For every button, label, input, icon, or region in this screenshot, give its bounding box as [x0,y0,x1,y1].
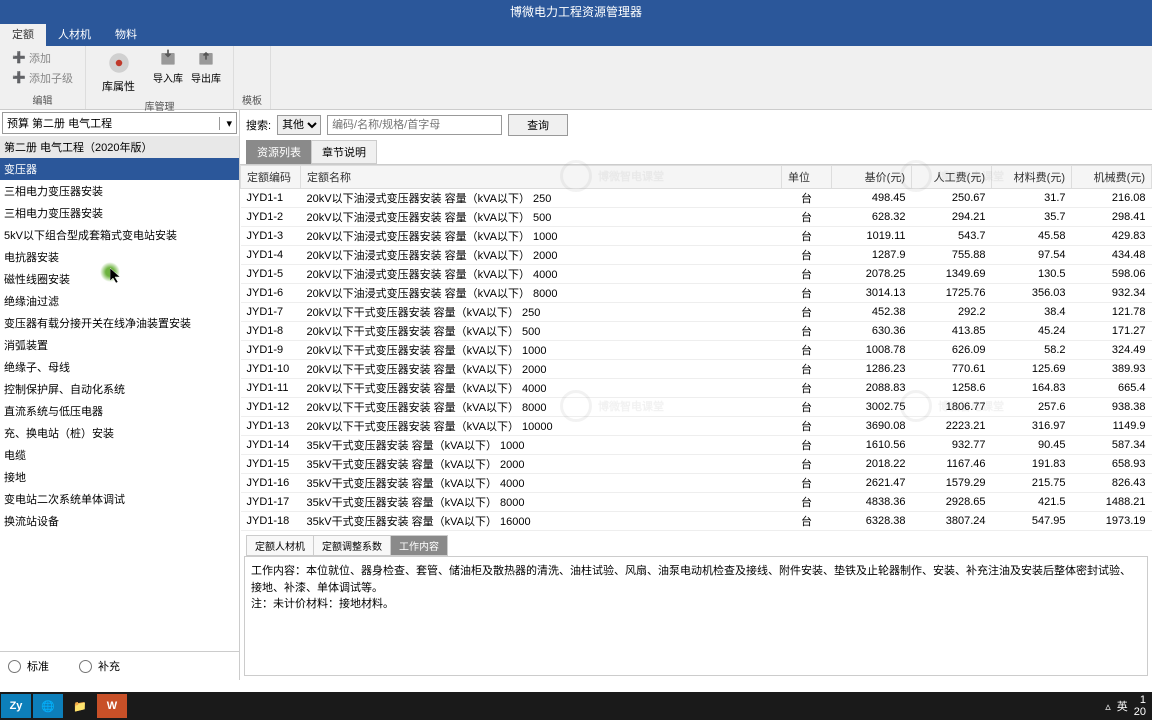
title-bar: 博微电力工程资源管理器 [0,0,1152,24]
table-row[interactable]: JYD1-1220kV以下干式变压器安装 容量（kVA以下） 8000台3002… [241,398,1152,417]
tree-item[interactable]: 控制保护屏、自动化系统 [0,378,239,400]
col-base[interactable]: 基价(元) [832,166,912,189]
tab-chapter-notes[interactable]: 章节说明 [311,140,377,164]
search-button[interactable]: 查询 [508,114,568,136]
table-row[interactable]: JYD1-820kV以下干式变压器安装 容量（kVA以下） 500台630.36… [241,322,1152,341]
table-row[interactable]: JYD1-720kV以下干式变压器安装 容量（kVA以下） 250台452.38… [241,303,1152,322]
tree-item[interactable]: 直流系统与低压电器 [0,400,239,422]
tree-item[interactable]: 5kV以下组合型成套箱式变电站安装 [0,224,239,246]
col-machine[interactable]: 机械费(元) [1072,166,1152,189]
tree-item[interactable]: 接地 [0,466,239,488]
ribbon-tab-material[interactable]: 物料 [103,24,149,46]
data-grid[interactable]: 定额编码 定额名称 单位 基价(元) 人工费(元) 材料费(元) 机械费(元) … [240,164,1152,533]
add-child-button[interactable]: ➕添加子级 [8,68,77,88]
tree-header[interactable]: 第二册 电气工程（2020年版） [0,136,239,158]
detail-tab-content[interactable]: 工作内容 [390,535,448,556]
plus-child-icon: ➕ [12,71,26,85]
ribbon-tabs: 定额 人材机 物料 [0,24,1152,46]
tree-item[interactable]: 三相电力变压器安装 [0,202,239,224]
template-group-label: 模板 [242,90,262,107]
detail-tab-labor[interactable]: 定额人材机 [246,535,314,556]
taskbar[interactable]: Zy 🌐 📁 W ▵ 英 120 [0,692,1152,720]
sidebar: 预算 第二册 电气工程 ▾ 第二册 电气工程（2020年版） 变压器三相电力变压… [0,110,240,680]
taskbar-app-2[interactable]: 🌐 [33,694,63,718]
col-name[interactable]: 定额名称 [301,166,782,189]
ribbon: ➕添加 ➕添加子级 编辑 库属性 导入库 导出库 [0,46,1152,110]
detail-tab-adjust[interactable]: 定额调整系数 [313,535,391,556]
search-type-select[interactable]: 其他 [277,115,321,135]
tree-item[interactable]: 变电站二次系统单体调试 [0,488,239,510]
table-row[interactable]: JYD1-420kV以下油浸式变压器安装 容量（kVA以下） 2000台1287… [241,246,1152,265]
radio-supplement[interactable]: 补充 [79,658,120,674]
tree-item[interactable]: 三相电力变压器安装 [0,180,239,202]
table-row[interactable]: JYD1-1020kV以下干式变压器安装 容量（kVA以下） 2000台1286… [241,360,1152,379]
plus-icon: ➕ [12,51,26,65]
tree-item[interactable]: 电抗器安装 [0,246,239,268]
taskbar-app-3[interactable]: 📁 [65,694,95,718]
search-label: 搜索: [246,117,271,133]
col-material[interactable]: 材料费(元) [992,166,1072,189]
import-icon [158,48,178,68]
table-row[interactable]: JYD1-620kV以下油浸式变压器安装 容量（kVA以下） 8000台3014… [241,284,1152,303]
edit-group-label: 编辑 [8,90,77,107]
book-dropdown[interactable]: 预算 第二册 电气工程 ▾ [2,112,237,134]
search-input[interactable] [327,115,502,135]
table-row[interactable]: JYD1-1535kV干式变压器安装 容量（kVA以下） 2000台2018.2… [241,455,1152,474]
export-icon [196,48,216,68]
col-unit[interactable]: 单位 [782,166,832,189]
detail-body: 工作内容：本位就位、器身检查、套管、储油柜及散热器的清洗、油柱试验、风扇、油泵电… [244,556,1148,676]
table-row[interactable]: JYD1-1320kV以下干式变压器安装 容量（kVA以下） 10000台369… [241,417,1152,436]
ribbon-tab-quota[interactable]: 定额 [0,24,46,46]
tree-item[interactable]: 消弧装置 [0,334,239,356]
table-row[interactable]: JYD1-1435kV干式变压器安装 容量（kVA以下） 1000台1610.5… [241,436,1152,455]
tray-ime[interactable]: 英 [1117,698,1128,714]
export-button[interactable]: 导出库 [187,48,225,85]
tree-item[interactable]: 变压器 [0,158,239,180]
tree-item[interactable]: 电缆 [0,444,239,466]
table-row[interactable]: JYD1-1635kV干式变压器安装 容量（kVA以下） 4000台2621.4… [241,474,1152,493]
tree-item[interactable]: 绝缘子、母线 [0,356,239,378]
detail-tabs: 定额人材机 定额调整系数 工作内容 [240,533,1152,556]
col-code[interactable]: 定额编码 [241,166,301,189]
table-row[interactable]: JYD1-920kV以下干式变压器安装 容量（kVA以下） 1000台1008.… [241,341,1152,360]
tree-item[interactable]: 充、换电站（桩）安装 [0,422,239,444]
table-row[interactable]: JYD1-120kV以下油浸式变压器安装 容量（kVA以下） 250台498.4… [241,189,1152,208]
list-tabs: 资源列表 章节说明 [240,140,1152,164]
add-button[interactable]: ➕添加 [8,48,77,68]
col-labor[interactable]: 人工费(元) [912,166,992,189]
radio-standard[interactable]: 标准 [8,658,49,674]
table-row[interactable]: JYD1-220kV以下油浸式变压器安装 容量（kVA以下） 500台628.3… [241,208,1152,227]
tray-icon: ▵ [1105,700,1111,713]
search-row: 搜索: 其他 查询 [240,110,1152,140]
lib-props-button[interactable]: 库属性 [94,48,143,96]
radio-row: 标准 补充 [0,651,239,680]
table-row[interactable]: JYD1-1120kV以下干式变压器安装 容量（kVA以下） 4000台2088… [241,379,1152,398]
table-row[interactable]: JYD1-1835kV干式变压器安装 容量（kVA以下） 16000台6328.… [241,512,1152,531]
main-panel: 搜索: 其他 查询 资源列表 章节说明 定额编码 定额名称 单位 基价(元) 人… [240,110,1152,680]
tab-resource-list[interactable]: 资源列表 [246,140,312,164]
table-row[interactable]: JYD1-320kV以下油浸式变压器安装 容量（kVA以下） 1000台1019… [241,227,1152,246]
table-row[interactable]: JYD1-1735kV干式变压器安装 容量（kVA以下） 8000台4838.3… [241,493,1152,512]
tree-item[interactable]: 绝缘油过滤 [0,290,239,312]
taskbar-app-1[interactable]: Zy [1,694,31,718]
table-row[interactable]: JYD1-520kV以下油浸式变压器安装 容量（kVA以下） 4000台2078… [241,265,1152,284]
import-button[interactable]: 导入库 [149,48,187,85]
tree-item[interactable]: 换流站设备 [0,510,239,532]
ribbon-tab-labor[interactable]: 人材机 [46,24,103,46]
system-tray[interactable]: ▵ 英 120 [1105,694,1152,718]
chevron-down-icon: ▾ [219,117,232,130]
tree-item[interactable]: 变压器有载分接开关在线净油装置安装 [0,312,239,334]
tree-item[interactable]: 磁性线圈安装 [0,268,239,290]
gear-icon [106,50,132,76]
tree: 第二册 电气工程（2020年版） 变压器三相电力变压器安装三相电力变压器安装5k… [0,136,239,651]
taskbar-app-4[interactable]: W [97,694,127,718]
